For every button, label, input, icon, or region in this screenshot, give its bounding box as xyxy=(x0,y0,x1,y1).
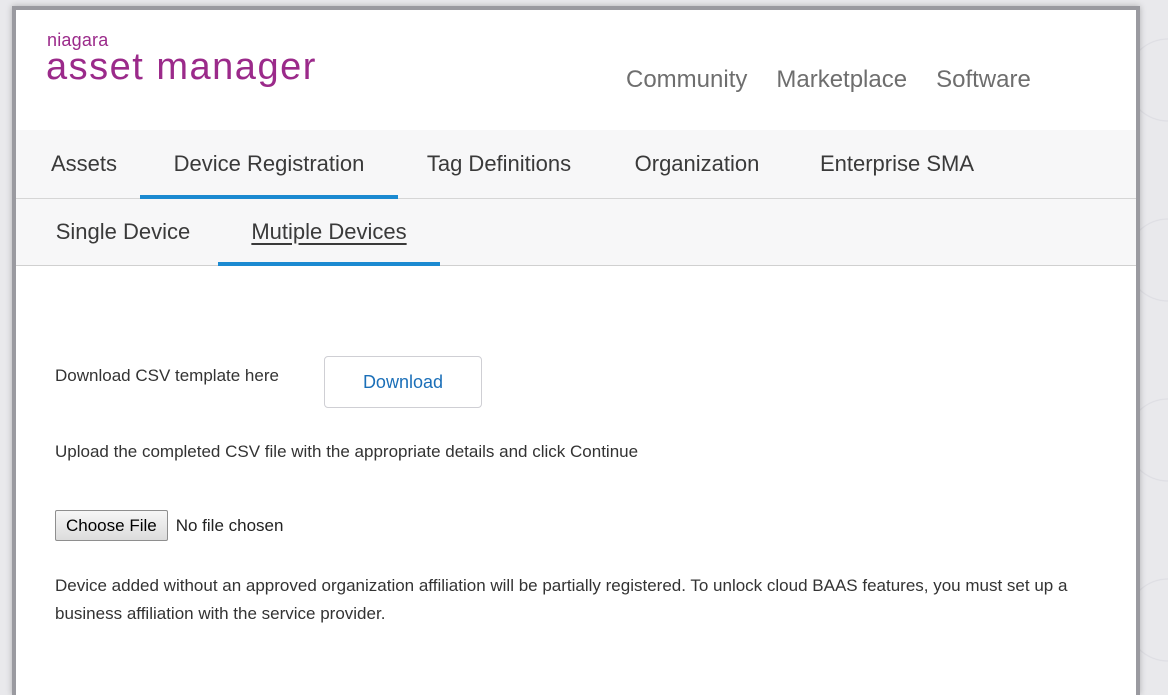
topnav-marketplace[interactable]: Marketplace xyxy=(776,66,907,94)
file-input: Choose File No file chosen xyxy=(55,510,283,541)
main-content: Download CSV template here Download Uplo… xyxy=(16,266,1136,695)
tab-device-registration[interactable]: Device Registration xyxy=(140,130,398,199)
topnav-community[interactable]: Community xyxy=(626,66,747,94)
tab-assets[interactable]: Assets xyxy=(36,130,132,198)
tab-single-device[interactable]: Single Device xyxy=(36,199,210,265)
app-window: niagara asset manager Community Marketpl… xyxy=(12,6,1140,695)
download-label: Download CSV template here xyxy=(55,366,279,385)
tab-multiple-devices-label: Mutiple Devices xyxy=(251,219,407,244)
download-button[interactable]: Download xyxy=(323,356,482,408)
tab-assets-label: Assets xyxy=(50,151,118,176)
affiliation-notice: Device added without an approved organiz… xyxy=(55,576,1068,623)
top-navigation: Community Marketplace Software xyxy=(626,66,1060,94)
tab-tag-definitions-label: Tag Definitions xyxy=(426,151,572,176)
brand-logo-text[interactable]: asset manager xyxy=(46,46,317,89)
tab-enterprise-sma-label: Enterprise SMA xyxy=(819,151,975,176)
file-status-text: No file chosen xyxy=(175,515,284,535)
tab-tag-definitions[interactable]: Tag Definitions xyxy=(402,130,596,198)
header: niagara asset manager Community Marketpl… xyxy=(16,10,1136,131)
download-row: Download CSV template here Download xyxy=(55,350,482,408)
tab-enterprise-sma[interactable]: Enterprise SMA xyxy=(802,130,992,198)
tab-multiple-devices[interactable]: Mutiple Devices xyxy=(218,199,440,266)
topnav-software[interactable]: Software xyxy=(936,66,1031,94)
secondary-tab-bar: Single Device Mutiple Devices xyxy=(16,199,1136,266)
choose-file-button[interactable]: Choose File xyxy=(55,510,168,541)
primary-tab-bar: Assets Device Registration Tag Definitio… xyxy=(16,130,1136,199)
tab-device-registration-label: Device Registration xyxy=(173,151,365,176)
tab-organization-label: Organization xyxy=(634,151,760,176)
tab-organization[interactable]: Organization xyxy=(612,130,782,198)
tab-single-device-label: Single Device xyxy=(55,219,191,244)
upload-instruction: Upload the completed CSV file with the a… xyxy=(55,442,639,461)
